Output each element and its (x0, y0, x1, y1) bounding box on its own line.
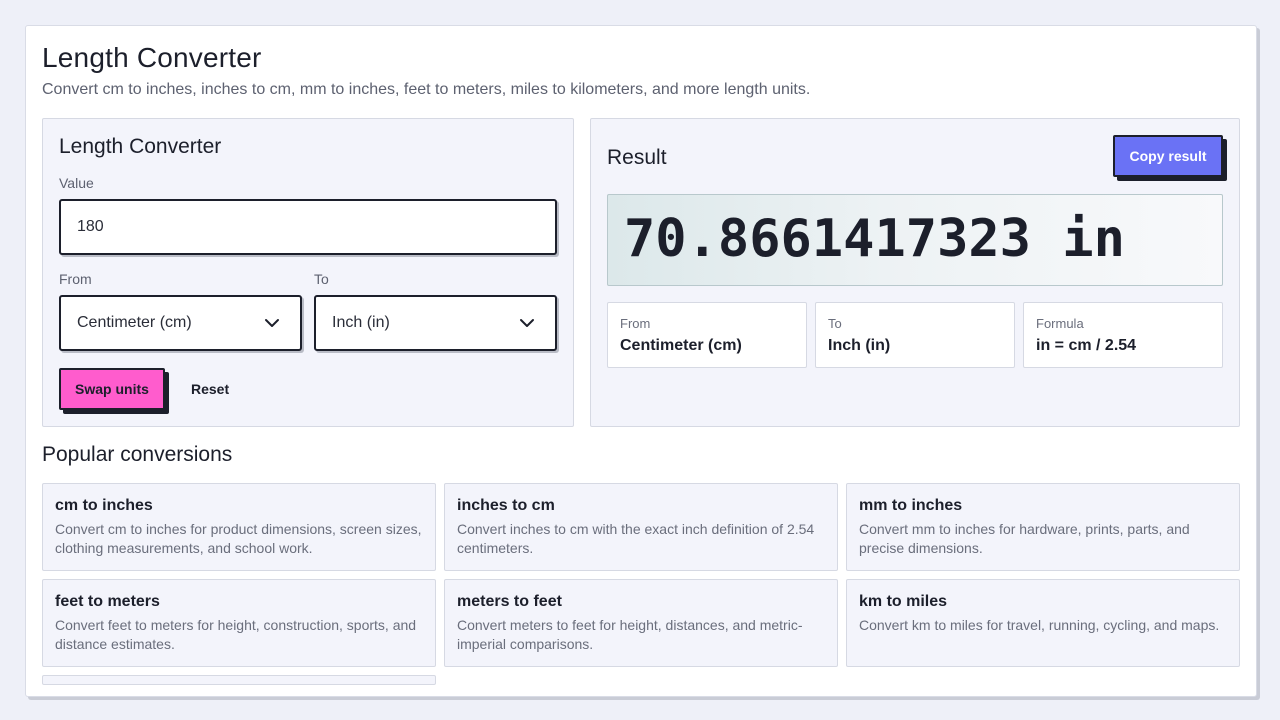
conversion-card-title: mm to inches (859, 497, 963, 514)
result-title: Result (607, 146, 667, 169)
copy-result-button[interactable]: Copy result (1113, 135, 1223, 177)
conversion-card-desc: Convert inches to cm with the exact inch… (457, 521, 815, 556)
chevron-down-icon (265, 319, 279, 327)
result-from-label: From (620, 316, 651, 331)
converter-panel-title: Length Converter (59, 135, 222, 158)
to-unit-value: Inch (in) (332, 314, 390, 331)
to-label: To (314, 271, 329, 287)
conversion-card-km-to-miles[interactable]: km to miles Convert km to miles for trav… (846, 579, 1240, 667)
value-input[interactable] (59, 199, 557, 255)
result-display: 70.8661417323 in (607, 194, 1223, 286)
conversion-card-desc: Convert feet to meters for height, const… (55, 617, 417, 652)
result-to-value: Inch (in) (828, 337, 891, 354)
result-value: 70.8661417323 in (624, 209, 1125, 269)
swap-units-button[interactable]: Swap units (59, 368, 165, 410)
conversion-card-desc: Convert cm to inches for product dimensi… (55, 521, 422, 556)
conversion-card-meters-to-feet[interactable]: meters to feet Convert meters to feet fo… (444, 579, 838, 667)
to-unit-select[interactable]: Inch (in) (314, 295, 557, 351)
result-to-box: To Inch (in) (815, 302, 1015, 368)
conversion-card-title: feet to meters (55, 593, 160, 610)
conversion-card-title: inches to cm (457, 497, 555, 514)
chevron-down-icon (520, 319, 534, 327)
conversion-card-title: meters to feet (457, 593, 562, 610)
conversion-card-inches-to-cm[interactable]: inches to cm Convert inches to cm with t… (444, 483, 838, 571)
converter-card: Length Converter Convert cm to inches, i… (25, 25, 1257, 697)
from-unit-select[interactable]: Centimeter (cm) (59, 295, 302, 351)
conversion-card-title: cm to inches (55, 497, 153, 514)
page-title: Length Converter (42, 42, 262, 73)
conversion-card-desc: Convert mm to inches for hardware, print… (859, 521, 1190, 556)
popular-conversions-title: Popular conversions (42, 443, 233, 466)
from-label: From (59, 271, 92, 287)
conversion-card-feet-to-meters[interactable]: feet to meters Convert feet to meters fo… (42, 579, 436, 667)
result-from-value: Centimeter (cm) (620, 337, 742, 354)
value-label: Value (59, 175, 94, 191)
result-formula-box: Formula in = cm / 2.54 (1023, 302, 1223, 368)
converter-panel: Length Converter Value From Centimeter (… (42, 118, 574, 427)
reset-button[interactable]: Reset (191, 381, 229, 397)
conversion-card-desc: Convert km to miles for travel, running,… (859, 617, 1220, 633)
result-formula-value: in = cm / 2.54 (1036, 337, 1137, 354)
conversion-card-cm-to-inches[interactable]: cm to inches Convert cm to inches for pr… (42, 483, 436, 571)
conversion-card-title: km to miles (859, 593, 948, 610)
from-unit-value: Centimeter (cm) (77, 314, 192, 331)
result-panel: Result Copy result 70.8661417323 in From… (590, 118, 1240, 427)
conversion-card-partial[interactable] (42, 675, 436, 685)
result-to-label: To (828, 316, 842, 331)
conversion-card-desc: Convert meters to feet for height, dista… (457, 617, 803, 652)
conversion-card-mm-to-inches[interactable]: mm to inches Convert mm to inches for ha… (846, 483, 1240, 571)
page-subtitle: Convert cm to inches, inches to cm, mm t… (42, 81, 811, 98)
result-formula-label: Formula (1036, 316, 1084, 331)
result-from-box: From Centimeter (cm) (607, 302, 807, 368)
